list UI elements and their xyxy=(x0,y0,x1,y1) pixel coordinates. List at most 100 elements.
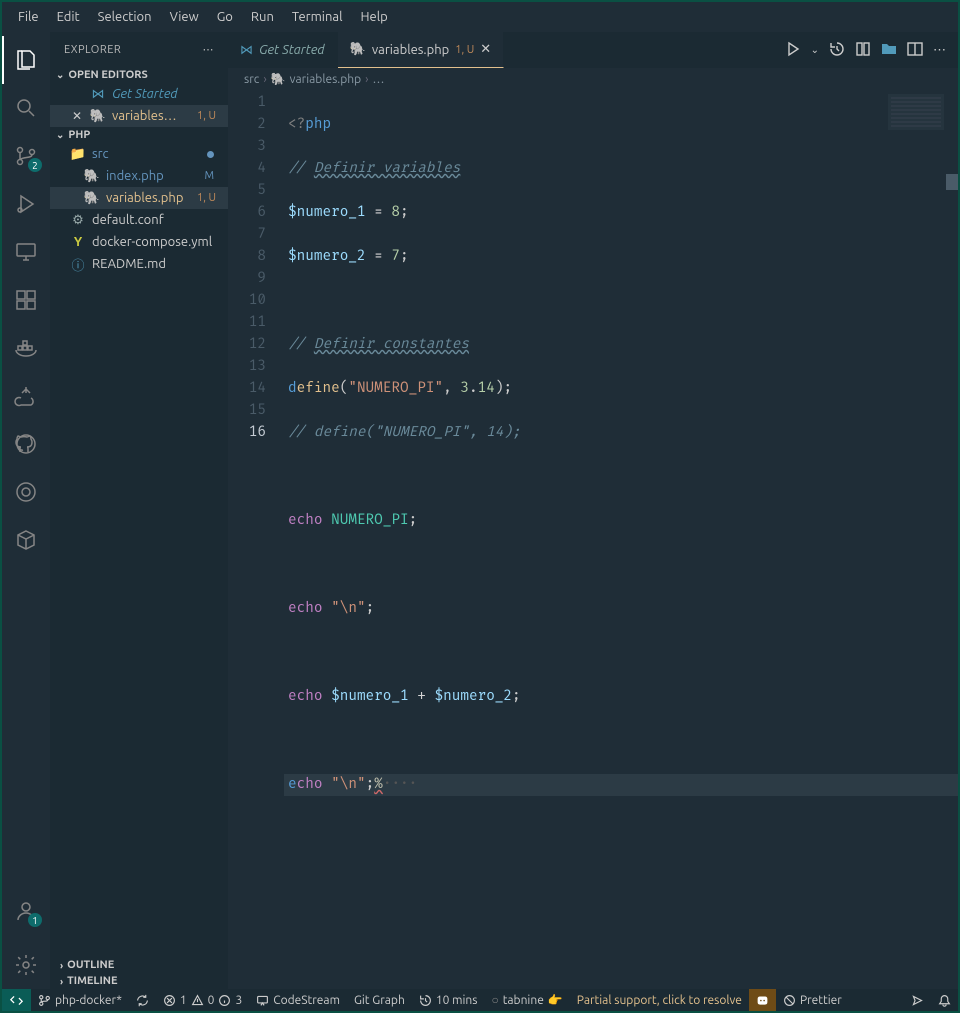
file-name: variables.php xyxy=(106,191,183,205)
editor-actions: ⌄ ⋯ xyxy=(785,32,958,68)
reveal-explorer-icon[interactable] xyxy=(881,41,897,60)
file-name: README.md xyxy=(92,257,166,271)
activity-azure[interactable] xyxy=(2,372,50,420)
gitgraph-item[interactable]: Git Graph xyxy=(347,989,412,1011)
breadcrumb-item[interactable]: … xyxy=(373,73,385,86)
file-readme[interactable]: ⓘ README.md xyxy=(50,253,228,275)
more-actions-icon[interactable]: ⋯ xyxy=(933,43,946,58)
vscode-icon: ⋈ xyxy=(240,43,253,58)
menu-go[interactable]: Go xyxy=(209,6,241,28)
folder-src[interactable]: 📁 src xyxy=(50,143,228,165)
git-branch-item[interactable]: php-docker* xyxy=(31,989,129,1011)
php-icon: 🐘 xyxy=(271,72,286,86)
codestream-item[interactable]: CodeStream xyxy=(249,989,347,1011)
outline-header[interactable]: › OUTLINE xyxy=(50,957,228,973)
codestream-label: CodeStream xyxy=(273,994,340,1007)
copilot-item[interactable] xyxy=(749,989,776,1011)
editor-scrollbar[interactable] xyxy=(946,90,958,989)
remote-indicator[interactable] xyxy=(2,989,31,1011)
breadcrumb-item[interactable]: variables.php xyxy=(290,73,362,86)
menu-view[interactable]: View xyxy=(162,6,207,28)
search-icon xyxy=(14,96,38,120)
minimap[interactable] xyxy=(888,94,944,130)
menu-run[interactable]: Run xyxy=(243,6,282,28)
notifications-item[interactable] xyxy=(931,994,958,1007)
clock-icon xyxy=(419,994,432,1007)
activity-debug[interactable] xyxy=(2,180,50,228)
chevron-right-icon: › xyxy=(60,960,63,971)
cube-icon xyxy=(14,528,38,552)
explorer-title: EXPLORER ⋯ xyxy=(50,32,228,67)
blank xyxy=(70,88,84,101)
outline-label: OUTLINE xyxy=(67,959,114,971)
file-name: default.conf xyxy=(92,213,164,227)
menu-terminal[interactable]: Terminal xyxy=(284,6,351,28)
breadcrumb[interactable]: src › 🐘 variables.php › … xyxy=(228,68,958,90)
info-icon: ⓘ xyxy=(70,255,86,274)
breadcrumb-item[interactable]: src xyxy=(244,73,259,86)
explorer-sidebar: EXPLORER ⋯ ⌄ OPEN EDITORS ⋈ Get Started … xyxy=(50,32,228,989)
problems-item[interactable]: 1 0 3 xyxy=(156,989,249,1011)
scrollbar-thumb[interactable] xyxy=(946,174,958,190)
code-content[interactable]: <?php // Definir variables $numero_1 = 8… xyxy=(284,90,958,989)
split-editor-icon[interactable] xyxy=(907,41,923,60)
open-editors-header[interactable]: ⌄ OPEN EDITORS xyxy=(50,67,228,83)
codestream-icon xyxy=(256,994,269,1007)
github-icon xyxy=(14,432,38,456)
activity-bar: 2 1 xyxy=(2,32,50,989)
activity-explorer[interactable] xyxy=(2,36,50,84)
activity-remote[interactable] xyxy=(2,228,50,276)
activity-github[interactable] xyxy=(2,420,50,468)
status-bar: php-docker* 1 0 3 CodeStream Git Graph 1… xyxy=(2,989,958,1011)
tab-variables-php[interactable]: 🐘 variables.php 1, U ✕ xyxy=(338,32,505,68)
docker-icon xyxy=(14,336,38,360)
activity-docker[interactable] xyxy=(2,324,50,372)
git-status-badge: M xyxy=(204,170,222,182)
activity-search[interactable] xyxy=(2,84,50,132)
file-variables[interactable]: 🐘 variables.php 1, U xyxy=(50,187,228,209)
menu-selection[interactable]: Selection xyxy=(90,6,160,28)
branch-icon xyxy=(38,994,51,1007)
gitlens-icon xyxy=(14,480,38,504)
accounts-badge: 1 xyxy=(28,913,42,927)
activity-scm[interactable]: 2 xyxy=(2,132,50,180)
activity-accounts[interactable]: 1 xyxy=(2,887,50,935)
php-icon: 🐘 xyxy=(350,42,366,57)
close-tab-icon[interactable]: ✕ xyxy=(480,42,491,57)
time-spent-item[interactable]: 10 mins xyxy=(412,989,485,1011)
tab-get-started[interactable]: ⋈ Get Started xyxy=(228,32,338,68)
support-warning-item[interactable]: Partial support, click to resolve xyxy=(570,989,749,1011)
run-button[interactable] xyxy=(785,41,801,60)
project-header[interactable]: ⌄ PHP xyxy=(50,127,228,143)
file-docker-compose[interactable]: Y docker-compose.yml xyxy=(50,231,228,253)
explorer-more-icon[interactable]: ⋯ xyxy=(203,43,215,56)
code-editor[interactable]: 1234 5678 9101112 13141516 <?php // Defi… xyxy=(228,90,958,989)
file-index[interactable]: 🐘 index.php M xyxy=(50,165,228,187)
file-default-conf[interactable]: ⚙ default.conf xyxy=(50,209,228,231)
prettier-item[interactable]: Prettier xyxy=(776,989,849,1011)
history-icon[interactable] xyxy=(829,41,845,60)
menu-edit[interactable]: Edit xyxy=(49,6,88,28)
close-icon[interactable]: ✕ xyxy=(70,109,84,123)
diff-icon[interactable] xyxy=(855,41,871,60)
feedback-item[interactable] xyxy=(904,994,931,1007)
open-editor-variables[interactable]: ✕ 🐘 variables… 1, U xyxy=(50,105,228,127)
timeline-header[interactable]: › TIMELINE xyxy=(50,973,228,989)
editor-tabs: ⋈ Get Started 🐘 variables.php 1, U ✕ ⌄ ⋯ xyxy=(228,32,958,68)
menu-file[interactable]: File xyxy=(10,6,47,28)
tabnine-item[interactable]: ○ tabnine 👉 xyxy=(484,989,569,1011)
activity-gitlens[interactable] xyxy=(2,468,50,516)
activity-settings[interactable] xyxy=(2,941,50,989)
chevron-right-icon: › xyxy=(60,976,63,987)
open-editor-get-started[interactable]: ⋈ Get Started xyxy=(50,83,228,105)
menu-help[interactable]: Help xyxy=(352,6,395,28)
folder-name: src xyxy=(92,147,109,161)
sync-item[interactable] xyxy=(129,989,156,1011)
run-dropdown-icon[interactable]: ⌄ xyxy=(811,44,819,56)
activity-cube[interactable] xyxy=(2,516,50,564)
hand-icon: 👉 xyxy=(548,993,563,1007)
sync-icon xyxy=(136,994,149,1007)
scm-badge: 2 xyxy=(28,158,42,172)
folder-icon: 📁 xyxy=(70,147,86,162)
activity-extensions[interactable] xyxy=(2,276,50,324)
